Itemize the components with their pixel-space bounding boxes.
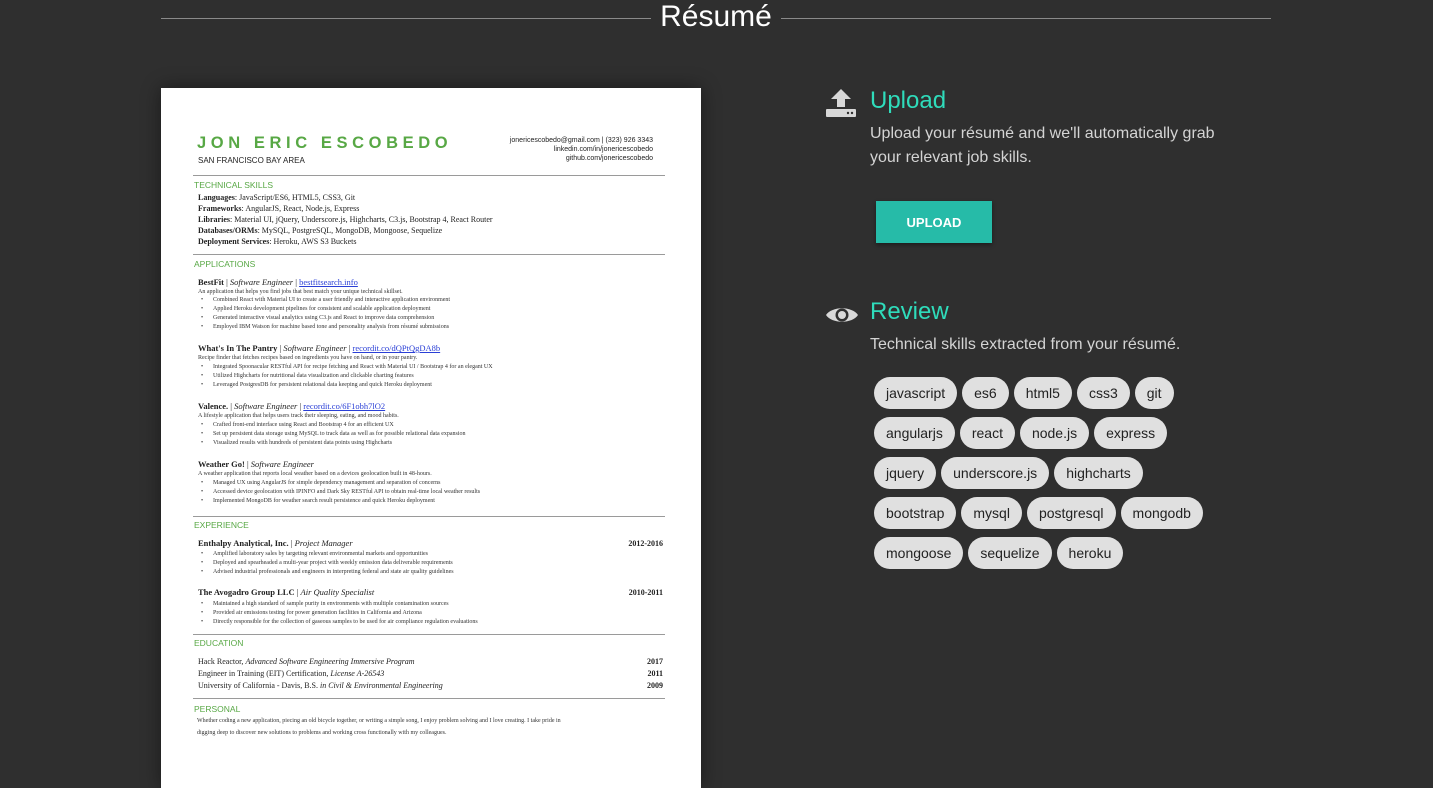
skill-chip[interactable]: javascript: [874, 377, 958, 409]
review-heading: Review: [870, 298, 949, 325]
skill-chip[interactable]: mongodb: [1120, 497, 1203, 529]
skill-chip-list: javascript es6 html5 css3 git angularjs react n…: [874, 377, 1234, 577]
section-heading: TECHNICAL SKILLS: [194, 180, 274, 190]
skill-chip[interactable]: node.js: [1019, 417, 1090, 449]
header-rule-right: [781, 18, 1271, 19]
bullet: • Employed IBM Watson for machine based t…: [201, 324, 450, 330]
app-title: What's In The Pantry | Software Engineer…: [198, 343, 441, 353]
job-years: 2010-2011: [628, 588, 663, 597]
divider: [193, 516, 665, 517]
education-year: 2009: [647, 681, 663, 690]
skill-chip[interactable]: underscore.js: [941, 457, 1050, 489]
app-title: Valence. | Software Engineer | recordit.…: [198, 401, 386, 411]
bullet: • Combined React with Material UI to crea…: [201, 297, 451, 303]
skill-chip[interactable]: git: [1134, 377, 1174, 409]
education-year: 2017: [647, 657, 663, 666]
app-summary: An application that helps you find jobs …: [198, 289, 403, 295]
contact-line: linkedin.com/in/jonericescobedo: [553, 146, 653, 154]
personal-text: Whether coding a new application, piecin…: [197, 718, 561, 724]
upload-icon: [825, 88, 857, 118]
skill-line: Databases/ORMs: MySQL, PostgreSQL, Mongo…: [198, 226, 443, 235]
skill-chip[interactable]: jquery: [874, 457, 937, 489]
eye-icon: [825, 303, 859, 327]
app-link[interactable]: recordit.co/6F1obh7lO2: [303, 401, 385, 411]
skill-line: Languages: JavaScript/ES6, HTML5, CSS3, …: [198, 193, 356, 202]
skill-chip[interactable]: postgresql: [1026, 497, 1116, 529]
bullet: • Set up persistent data storage using My…: [201, 431, 466, 437]
bullet: • Advised industrial professionals and en…: [201, 569, 454, 575]
bullet: • Integrated Spoonacular RESTful API for …: [201, 364, 493, 370]
app-link[interactable]: bestfitsearch.info: [299, 277, 358, 287]
skill-line: Deployment Services: Heroku, AWS S3 Buck…: [198, 237, 357, 246]
bullet: • Provided air emissions testing for powe…: [201, 610, 422, 616]
section-heading: EDUCATION: [194, 638, 244, 648]
app-title: BestFit | Software Engineer | bestfitsea…: [198, 277, 358, 287]
skill-chip[interactable]: angularjs: [874, 417, 955, 449]
contact-line: github.com/jonericescobedo: [565, 155, 653, 163]
skill-chip[interactable]: html5: [1013, 377, 1072, 409]
skill-chip[interactable]: heroku: [1056, 537, 1124, 569]
app-summary: A lifestyle application that helps users…: [198, 413, 399, 419]
app-title: Weather Go! | Software Engineer: [198, 459, 314, 469]
divider: [193, 634, 665, 635]
job-title: The Avogadro Group LLC | Air Quality Spe…: [198, 587, 375, 597]
upload-desc-line: your relevant job skills.: [870, 149, 1032, 166]
skill-chip[interactable]: es6: [962, 377, 1009, 409]
resume-name: JON ERIC ESCOBEDO: [197, 134, 453, 152]
skill-chip[interactable]: express: [1094, 417, 1168, 449]
page-title: Résumé: [660, 0, 772, 33]
bullet: • Managed UX using AngularJS for simple d…: [201, 480, 441, 486]
bullet: • Accessed device geolocation with IPINFO…: [201, 489, 481, 495]
divider: [193, 175, 665, 176]
review-description: Technical skills extracted from your rés…: [870, 336, 1181, 353]
skill-chip[interactable]: mysql: [961, 497, 1022, 529]
upload-button[interactable]: UPLOAD: [876, 201, 992, 243]
section-heading: APPLICATIONS: [194, 259, 256, 269]
bullet: • Visualized results with hundreds of per…: [201, 440, 393, 446]
job-years: 2012-2016: [628, 539, 663, 548]
bullet: • Generated interactive visual analytics …: [201, 315, 435, 321]
section-heading: PERSONAL: [194, 704, 241, 714]
app-summary: A weather application that reports local…: [198, 471, 432, 477]
skill-chip[interactable]: bootstrap: [874, 497, 957, 529]
bullet: • Maintained a high standard of sample pu…: [201, 601, 449, 607]
header-rule-left: [161, 18, 651, 19]
bullet: • Applied Heroku development pipelines fo…: [201, 306, 431, 312]
bullet: • Utilized Highcharts for nutritional dat…: [201, 373, 414, 379]
skill-chip[interactable]: sequelize: [968, 537, 1052, 569]
skill-chip[interactable]: react: [959, 417, 1015, 449]
job-title: Enthalpy Analytical, Inc. | Project Mana…: [198, 538, 353, 548]
skill-line: Libraries: Material UI, jQuery, Undersco…: [198, 215, 493, 224]
skill-chip[interactable]: css3: [1076, 377, 1130, 409]
education-line: University of California - Davis, B.S. i…: [198, 681, 443, 690]
divider: [193, 698, 665, 699]
bullet: • Crafted front-end interface using React…: [201, 422, 394, 428]
skill-line: Frameworks: AngularJS, React, Node.js, E…: [198, 204, 360, 213]
skill-chip[interactable]: mongoose: [874, 537, 964, 569]
bullet: • Directly responsible for the collection…: [201, 619, 478, 625]
resume-preview: JON ERIC ESCOBEDO SAN FRANCISCO BAY AREA…: [161, 88, 701, 788]
skill-chip[interactable]: highcharts: [1054, 457, 1143, 489]
bullet: • Deployed and spearheaded a multi-year p…: [201, 560, 453, 566]
app-summary: Recipe finder that fetches recipes based…: [198, 355, 418, 361]
personal-text: digging deep to discover new solutions t…: [197, 730, 447, 736]
app-link[interactable]: recordit.co/dQPtQgDA8b: [353, 343, 441, 353]
contact-line: jonericescobedo@gmail.com | (323) 926 33…: [509, 137, 653, 144]
upload-description: Upload your résumé and we'll automatical…: [870, 122, 1215, 170]
bullet: • Implemented MongoDB for weather search …: [201, 498, 435, 504]
bullet: • Leveraged PostgresDB for persistent rel…: [201, 382, 432, 388]
bullet: • Amplified laboratory sales by targeting…: [201, 551, 428, 557]
education-line: Engineer in Training (EIT) Certification…: [198, 669, 385, 678]
resume-location: SAN FRANCISCO BAY AREA: [198, 156, 305, 165]
upload-desc-line: Upload your résumé and we'll automatical…: [870, 125, 1215, 142]
upload-heading: Upload: [870, 87, 947, 114]
education-line: Hack Reactor, Advanced Software Engineer…: [198, 657, 415, 666]
education-year: 2011: [647, 669, 663, 678]
section-heading: EXPERIENCE: [194, 520, 249, 530]
divider: [193, 254, 665, 255]
resume-contact: jonericescobedo@gmail.com | (323) 926 33…: [510, 136, 653, 164]
